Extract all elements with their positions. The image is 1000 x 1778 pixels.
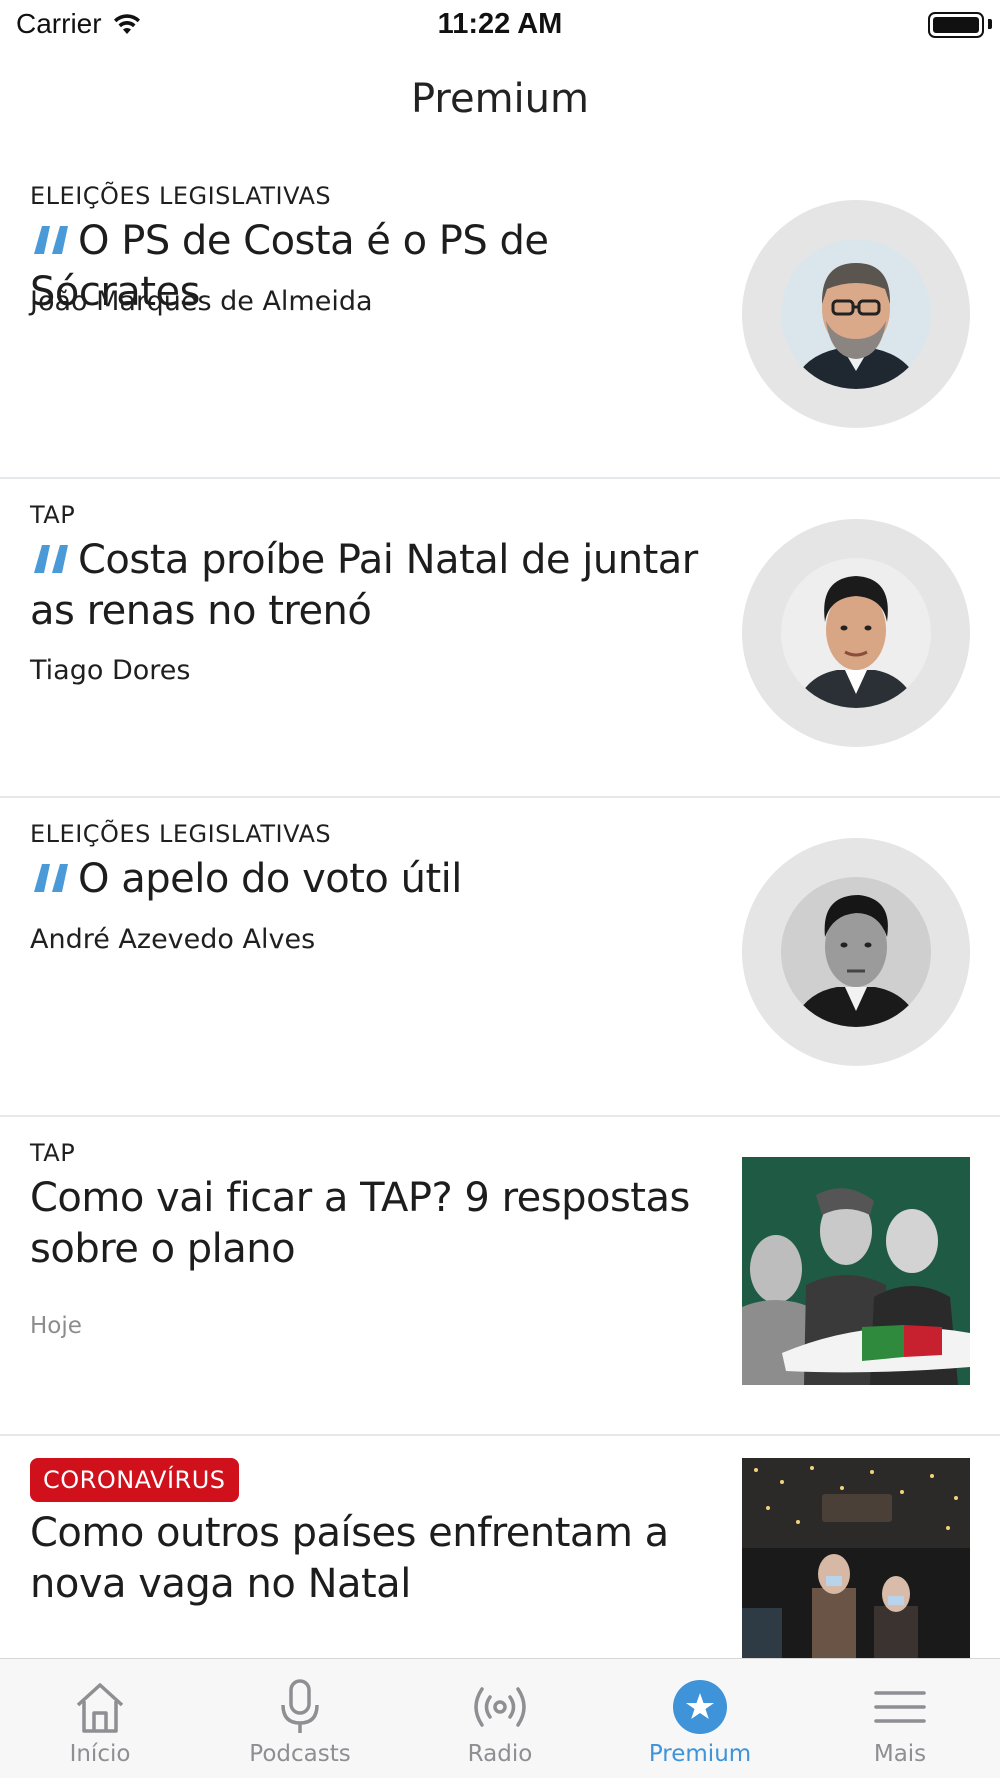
article-headline[interactable]: Costa proíbe Pai Natal de juntar as rena… <box>30 535 720 637</box>
page-title: Premium <box>411 76 589 122</box>
house-icon <box>70 1677 130 1737</box>
article-category: ELEIÇÕES LEGISLATIVAS <box>30 182 332 210</box>
tab-label: Radio <box>467 1741 533 1767</box>
headline-text: O apelo do voto útil <box>78 856 462 902</box>
article-author[interactable]: Tiago Dores <box>30 655 190 686</box>
author-avatar-frame[interactable] <box>742 838 970 1066</box>
menu-icon <box>870 1677 930 1737</box>
tab-mais[interactable]: Mais <box>800 1659 1000 1778</box>
radio-waves-icon <box>470 1677 530 1737</box>
article-card[interactable]: TAP Como vai ficar a TAP? 9 respostas so… <box>0 1117 1000 1436</box>
article-card[interactable]: ELEIÇÕES LEGISLATIVAS O PS de Costa é o … <box>0 160 1000 479</box>
article-headline[interactable]: O apelo do voto útil <box>30 854 720 905</box>
tab-podcasts[interactable]: Podcasts <box>200 1659 400 1778</box>
tab-label: Podcasts <box>249 1741 351 1767</box>
author-avatar <box>781 239 931 389</box>
battery-cap <box>988 19 992 29</box>
battery-icon <box>928 12 984 38</box>
article-category: TAP <box>30 501 76 529</box>
article-timestamp: Hoje <box>30 1313 82 1339</box>
article-thumbnail[interactable] <box>742 1458 970 1658</box>
status-time: 11:22 AM <box>437 8 563 40</box>
tab-label: Mais <box>873 1741 927 1767</box>
article-author[interactable]: João Marques de Almeida <box>30 286 373 317</box>
article-card[interactable]: TAP Costa proíbe Pai Natal de juntar as … <box>0 479 1000 798</box>
microphone-icon <box>270 1677 330 1737</box>
article-card[interactable]: CORONAVÍRUS Como outros países enfrentam… <box>0 1436 1000 1658</box>
tab-inicio[interactable]: Início <box>0 1659 200 1778</box>
tab-bar: Início Podcasts Radio Premium Mais <box>0 1658 1000 1778</box>
article-feed[interactable]: ELEIÇÕES LEGISLATIVAS O PS de Costa é o … <box>0 160 1000 1658</box>
headline-text: Costa proíbe Pai Natal de juntar as rena… <box>30 537 698 634</box>
article-headline[interactable]: Como outros países enfrentam a nova vaga… <box>30 1508 720 1610</box>
opinion-quote-icon <box>34 226 68 254</box>
author-avatar-frame[interactable] <box>742 519 970 747</box>
star-icon <box>670 1677 730 1737</box>
author-avatar <box>781 558 931 708</box>
article-thumbnail[interactable] <box>742 1157 970 1385</box>
status-bar: Carrier 11:22 AM <box>0 0 1000 52</box>
article-category: TAP <box>30 1139 76 1167</box>
author-avatar <box>781 877 931 1027</box>
opinion-quote-icon <box>34 864 68 892</box>
article-headline[interactable]: Como vai ficar a TAP? 9 respostas sobre … <box>30 1173 720 1275</box>
article-author[interactable]: André Azevedo Alves <box>30 924 315 955</box>
tab-radio[interactable]: Radio <box>400 1659 600 1778</box>
category-badge: CORONAVÍRUS <box>30 1458 239 1502</box>
tab-label: Início <box>69 1741 131 1767</box>
article-card[interactable]: ELEIÇÕES LEGISLATIVAS O apelo do voto út… <box>0 798 1000 1117</box>
opinion-quote-icon <box>34 545 68 573</box>
tab-premium[interactable]: Premium <box>600 1659 800 1778</box>
author-avatar-frame[interactable] <box>742 200 970 428</box>
tab-label: Premium <box>648 1741 752 1767</box>
article-category: ELEIÇÕES LEGISLATIVAS <box>30 820 332 848</box>
